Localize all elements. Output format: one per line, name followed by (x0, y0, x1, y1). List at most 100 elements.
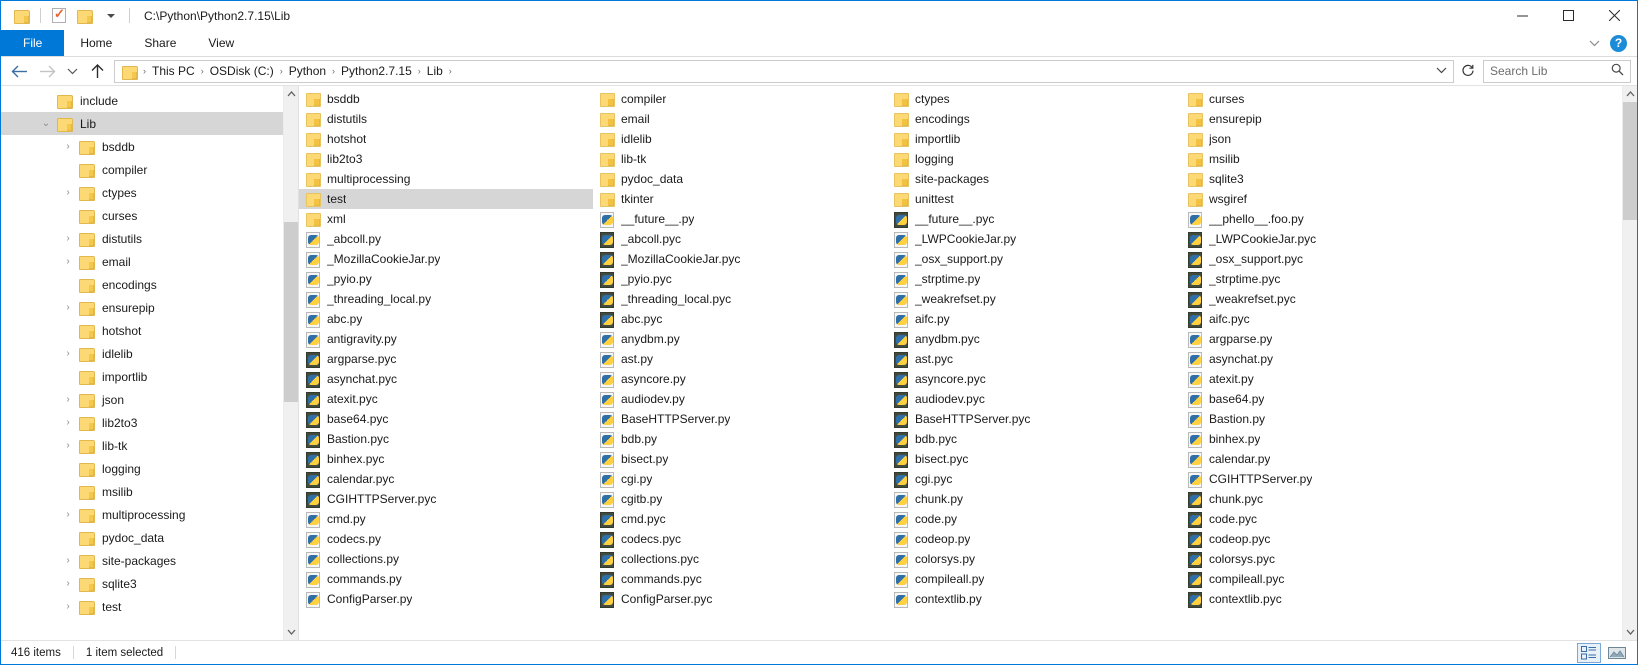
expand-chevron-right-icon[interactable]: › (57, 417, 79, 428)
file-list-item[interactable]: bisect.py (593, 449, 887, 469)
file-list-item[interactable]: code.py (887, 509, 1181, 529)
file-list-item[interactable]: importlib (887, 129, 1181, 149)
breadcrumb-item-python[interactable]: Python (284, 62, 331, 80)
file-list-item[interactable]: CGIHTTPServer.py (1181, 469, 1475, 489)
file-list-item[interactable]: json (1181, 129, 1475, 149)
expand-chevron-right-icon[interactable]: › (57, 601, 79, 612)
file-list-item[interactable]: asynchat.py (1181, 349, 1475, 369)
help-button[interactable]: ? (1610, 34, 1627, 52)
file-list-item[interactable]: compileall.py (887, 569, 1181, 589)
properties-icon[interactable] (46, 5, 72, 27)
expand-chevron-right-icon[interactable]: › (57, 256, 79, 267)
file-list-item[interactable]: email (593, 109, 887, 129)
file-list-item[interactable]: tkinter (593, 189, 887, 209)
file-list-item[interactable]: Bastion.py (1181, 409, 1475, 429)
file-list-item[interactable]: ast.py (593, 349, 887, 369)
file-list-item[interactable]: _abcoll.py (299, 229, 593, 249)
file-list-item[interactable]: BaseHTTPServer.pyc (887, 409, 1181, 429)
expand-chevron-right-icon[interactable]: › (57, 233, 79, 244)
breadcrumb-item-osdisk[interactable]: OSDisk (C:) (205, 62, 279, 80)
tree-item-ensurepip[interactable]: › ensurepip (1, 296, 298, 319)
scroll-up-arrow-icon[interactable] (1623, 86, 1637, 102)
navigation-scroll-thumb[interactable] (284, 222, 298, 402)
expand-chevron-right-icon[interactable]: › (57, 440, 79, 451)
file-list-item[interactable]: __future__.py (593, 209, 887, 229)
tree-item-email[interactable]: › email (1, 250, 298, 273)
address-dropdown-chevron-down-icon[interactable] (1431, 66, 1451, 77)
file-list-item[interactable]: distutils (299, 109, 593, 129)
tree-item-ctypes[interactable]: › ctypes (1, 181, 298, 204)
file-list-item[interactable]: chunk.pyc (1181, 489, 1475, 509)
breadcrumb-item-this-pc[interactable]: This PC (147, 62, 200, 80)
collapse-chevron-down-icon[interactable]: ⌄ (35, 118, 57, 129)
up-button[interactable] (83, 59, 111, 83)
file-list-item[interactable]: sqlite3 (1181, 169, 1475, 189)
file-list-item[interactable]: argparse.py (1181, 329, 1475, 349)
expand-chevron-right-icon[interactable]: › (57, 187, 79, 198)
file-list-item[interactable]: bdb.pyc (887, 429, 1181, 449)
file-list-item[interactable]: _osx_support.pyc (1181, 249, 1475, 269)
file-list-item[interactable]: atexit.pyc (299, 389, 593, 409)
refresh-button[interactable] (1457, 63, 1479, 80)
scroll-down-arrow-icon[interactable] (1623, 624, 1637, 640)
file-list-item[interactable]: cgi.pyc (887, 469, 1181, 489)
tree-item-lib[interactable]: ⌄ Lib (1, 112, 298, 135)
file-list-item[interactable]: hotshot (299, 129, 593, 149)
file-list-item[interactable]: abc.pyc (593, 309, 887, 329)
file-list-item[interactable]: logging (887, 149, 1181, 169)
tree-item-pydoc-data[interactable]: pydoc_data (1, 526, 298, 549)
file-list-item[interactable]: chunk.py (887, 489, 1181, 509)
close-button[interactable] (1591, 1, 1637, 30)
file-scroll-track[interactable] (1623, 102, 1637, 624)
file-list-item[interactable]: CGIHTTPServer.pyc (299, 489, 593, 509)
tree-item-importlib[interactable]: importlib (1, 365, 298, 388)
large-icons-view-icon[interactable] (1605, 643, 1629, 663)
file-list-item[interactable]: audiodev.py (593, 389, 887, 409)
tree-item-hotshot[interactable]: hotshot (1, 319, 298, 342)
tab-view[interactable]: View (192, 30, 250, 56)
file-list-item[interactable]: Bastion.pyc (299, 429, 593, 449)
tree-item-lib-tk[interactable]: › lib-tk (1, 434, 298, 457)
file-list-item[interactable]: pydoc_data (593, 169, 887, 189)
breadcrumb-item-python2715[interactable]: Python2.7.15 (336, 62, 417, 80)
file-list-item[interactable]: cmd.pyc (593, 509, 887, 529)
file-list-item[interactable]: compiler (593, 89, 887, 109)
tree-item-idlelib[interactable]: › idlelib (1, 342, 298, 365)
file-list-item[interactable]: _MozillaCookieJar.pyc (593, 249, 887, 269)
file-list-item[interactable]: ConfigParser.pyc (593, 589, 887, 609)
file-list-item[interactable]: atexit.py (1181, 369, 1475, 389)
file-list-item[interactable]: _abcoll.pyc (593, 229, 887, 249)
file-list-item[interactable]: ConfigParser.py (299, 589, 593, 609)
file-list-item[interactable]: lib-tk (593, 149, 887, 169)
expand-chevron-right-icon[interactable]: › (57, 302, 79, 313)
tree-item-site-packages[interactable]: › site-packages (1, 549, 298, 572)
file-list-item[interactable]: collections.pyc (593, 549, 887, 569)
file-list-item[interactable]: contextlib.py (887, 589, 1181, 609)
tree-item-include[interactable]: include (1, 89, 298, 112)
file-list-item[interactable]: aifc.pyc (1181, 309, 1475, 329)
tree-item-multiprocessing[interactable]: › multiprocessing (1, 503, 298, 526)
file-list-item[interactable]: calendar.py (1181, 449, 1475, 469)
file-list-item[interactable]: codeop.py (887, 529, 1181, 549)
back-button[interactable] (5, 59, 33, 83)
file-list-item[interactable]: xml (299, 209, 593, 229)
file-scroll-thumb[interactable] (1623, 102, 1637, 220)
file-list-item[interactable]: anydbm.py (593, 329, 887, 349)
file-list-item[interactable]: binhex.py (1181, 429, 1475, 449)
file-list-item[interactable]: binhex.pyc (299, 449, 593, 469)
expand-chevron-right-icon[interactable]: › (57, 394, 79, 405)
file-list-item[interactable]: test (299, 189, 593, 209)
scroll-down-arrow-icon[interactable] (284, 624, 298, 640)
file-list-item[interactable]: ctypes (887, 89, 1181, 109)
file-list-item[interactable]: curses (1181, 89, 1475, 109)
file-list-item[interactable]: bdb.py (593, 429, 887, 449)
file-list-item[interactable]: site-packages (887, 169, 1181, 189)
file-list-item[interactable]: bsddb (299, 89, 593, 109)
file-list-item[interactable]: codeop.pyc (1181, 529, 1475, 549)
file-list-item[interactable]: base64.py (1181, 389, 1475, 409)
tab-home[interactable]: Home (64, 30, 128, 56)
forward-button[interactable] (33, 59, 61, 83)
tree-item-curses[interactable]: curses (1, 204, 298, 227)
search-input[interactable]: Search Lib (1483, 59, 1631, 83)
file-list-item[interactable]: _threading_local.pyc (593, 289, 887, 309)
